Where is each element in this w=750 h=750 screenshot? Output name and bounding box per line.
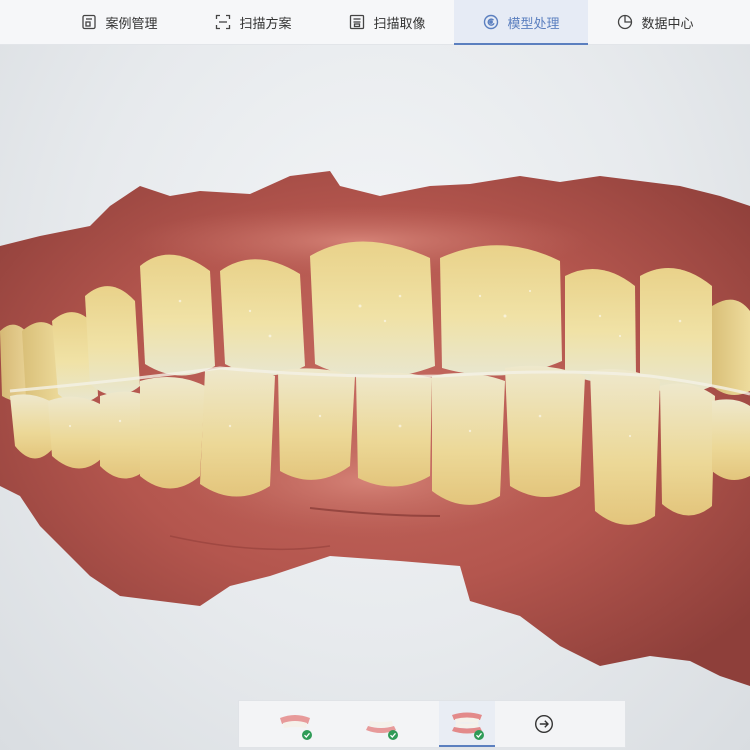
dental-scan-model (0, 171, 750, 686)
scan-capture-icon (348, 14, 365, 31)
tab-scan-plan[interactable]: 扫描方案 (186, 0, 320, 44)
completed-check-icon (474, 730, 484, 740)
pie-chart-icon (616, 14, 633, 31)
scan-frame-icon (214, 14, 231, 31)
tab-label: 数据中心 (641, 16, 694, 32)
top-navigation: 案例管理 扫描方案 扫描取像 模型处理 数据中心 (0, 0, 750, 45)
completed-check-icon (388, 730, 398, 740)
model-viewport[interactable] (0, 46, 750, 696)
tab-label: 案例管理 (105, 16, 158, 32)
arrow-right-circle-icon (534, 714, 554, 734)
upper-jaw-thumbnail[interactable] (267, 701, 323, 747)
case-management-icon (80, 14, 97, 31)
tab-label: 扫描取像 (373, 16, 426, 32)
model-process-icon (482, 14, 499, 31)
next-step-button[interactable] (533, 713, 555, 735)
tab-model-processing[interactable]: 模型处理 (454, 0, 588, 45)
model-selector-bar (238, 700, 626, 748)
completed-check-icon (302, 730, 312, 740)
bite-occlusion-thumbnail[interactable] (439, 701, 495, 747)
lower-jaw-thumbnail[interactable] (353, 701, 409, 747)
tab-label: 模型处理 (507, 16, 560, 32)
tab-case-management[interactable]: 案例管理 (52, 0, 186, 44)
tab-scan-capture[interactable]: 扫描取像 (320, 0, 454, 44)
tab-data-center[interactable]: 数据中心 (588, 0, 722, 44)
tab-label: 扫描方案 (239, 16, 292, 32)
